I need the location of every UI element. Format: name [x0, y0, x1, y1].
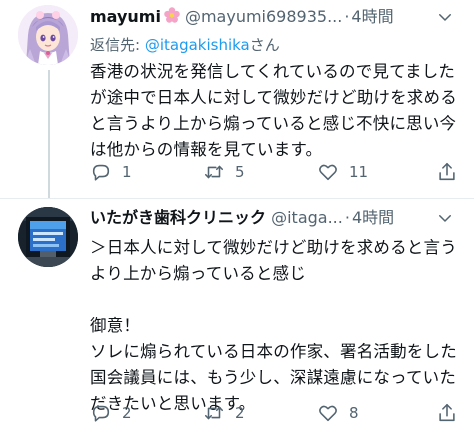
tweet-text: ＞日本人に対して微妙だけど助けを求めると言うより上から煽っていると感じ 御意！ … [90, 238, 457, 413]
like-count: 8 [349, 404, 359, 422]
chevron-down-icon[interactable] [436, 8, 454, 26]
clinic-avatar-image [18, 207, 78, 267]
retweet-count: 5 [235, 163, 245, 181]
share-icon [439, 403, 455, 422]
separator-dot: · [344, 7, 350, 26]
tweet-header: mayumi @mayumi698935... · 4時間 [90, 5, 394, 29]
display-name[interactable]: いたがき歯科クリニック [90, 208, 266, 227]
reply-count: 2 [122, 404, 132, 422]
username-handle[interactable]: @mayumi698935... [185, 7, 342, 26]
chevron-down-icon[interactable] [436, 209, 454, 227]
reply-suffix: さん [249, 36, 280, 54]
thread-connector [48, 70, 50, 198]
separator-dot: · [344, 208, 350, 227]
reply-prefix: 返信先: [90, 36, 145, 54]
reply-button[interactable]: 1 [90, 160, 132, 184]
share-button[interactable] [436, 401, 458, 425]
tweet-text: 香港の状況を発信してくれているので見てましたが途中で日本人に対して微妙だけど助け… [90, 62, 457, 159]
like-button[interactable]: 8 [317, 401, 359, 425]
tweet-mayumi[interactable]: mayumi @mayumi698935... · 4時間 返信先: @itagaki… [0, 0, 474, 198]
retweet-button[interactable]: 2 [203, 401, 245, 425]
reply-button[interactable]: 2 [90, 401, 132, 425]
timestamp[interactable]: 4時間 [352, 208, 394, 227]
reply-count: 1 [122, 163, 132, 181]
like-count: 11 [349, 163, 369, 181]
tweet-actions: 2 2 8 [90, 401, 462, 425]
reply-bubble-icon [92, 164, 110, 181]
retweet-button[interactable]: 5 [203, 160, 245, 184]
share-button[interactable] [436, 160, 458, 184]
like-button[interactable]: 11 [317, 160, 368, 184]
heart-icon [319, 405, 337, 422]
heart-icon [319, 164, 337, 181]
tweet-actions: 1 5 11 [90, 160, 462, 184]
username-handle[interactable]: @itaga... [271, 208, 343, 227]
tweet-header: いたがき歯科クリニック @itaga... · 4時間 [90, 206, 394, 230]
timestamp[interactable]: 4時間 [351, 7, 393, 26]
reply-bubble-icon [92, 405, 110, 422]
avatar[interactable] [18, 207, 78, 267]
pink-flower-icon [164, 7, 180, 23]
retweet-count: 2 [235, 404, 245, 422]
tweet-itagaki[interactable]: いたがき歯科クリニック @itaga... · 4時間 ＞日本人に対して微妙だけど助… [0, 199, 474, 432]
retweet-icon [204, 165, 224, 179]
share-icon [439, 162, 455, 181]
reply-mention-link[interactable]: @itagakishika [145, 36, 250, 54]
anime-avatar-image [18, 5, 78, 65]
reply-context: 返信先: @itagakishikaさん [90, 34, 280, 56]
avatar[interactable] [18, 5, 78, 65]
display-name[interactable]: mayumi [90, 7, 161, 26]
retweet-icon [204, 406, 224, 420]
